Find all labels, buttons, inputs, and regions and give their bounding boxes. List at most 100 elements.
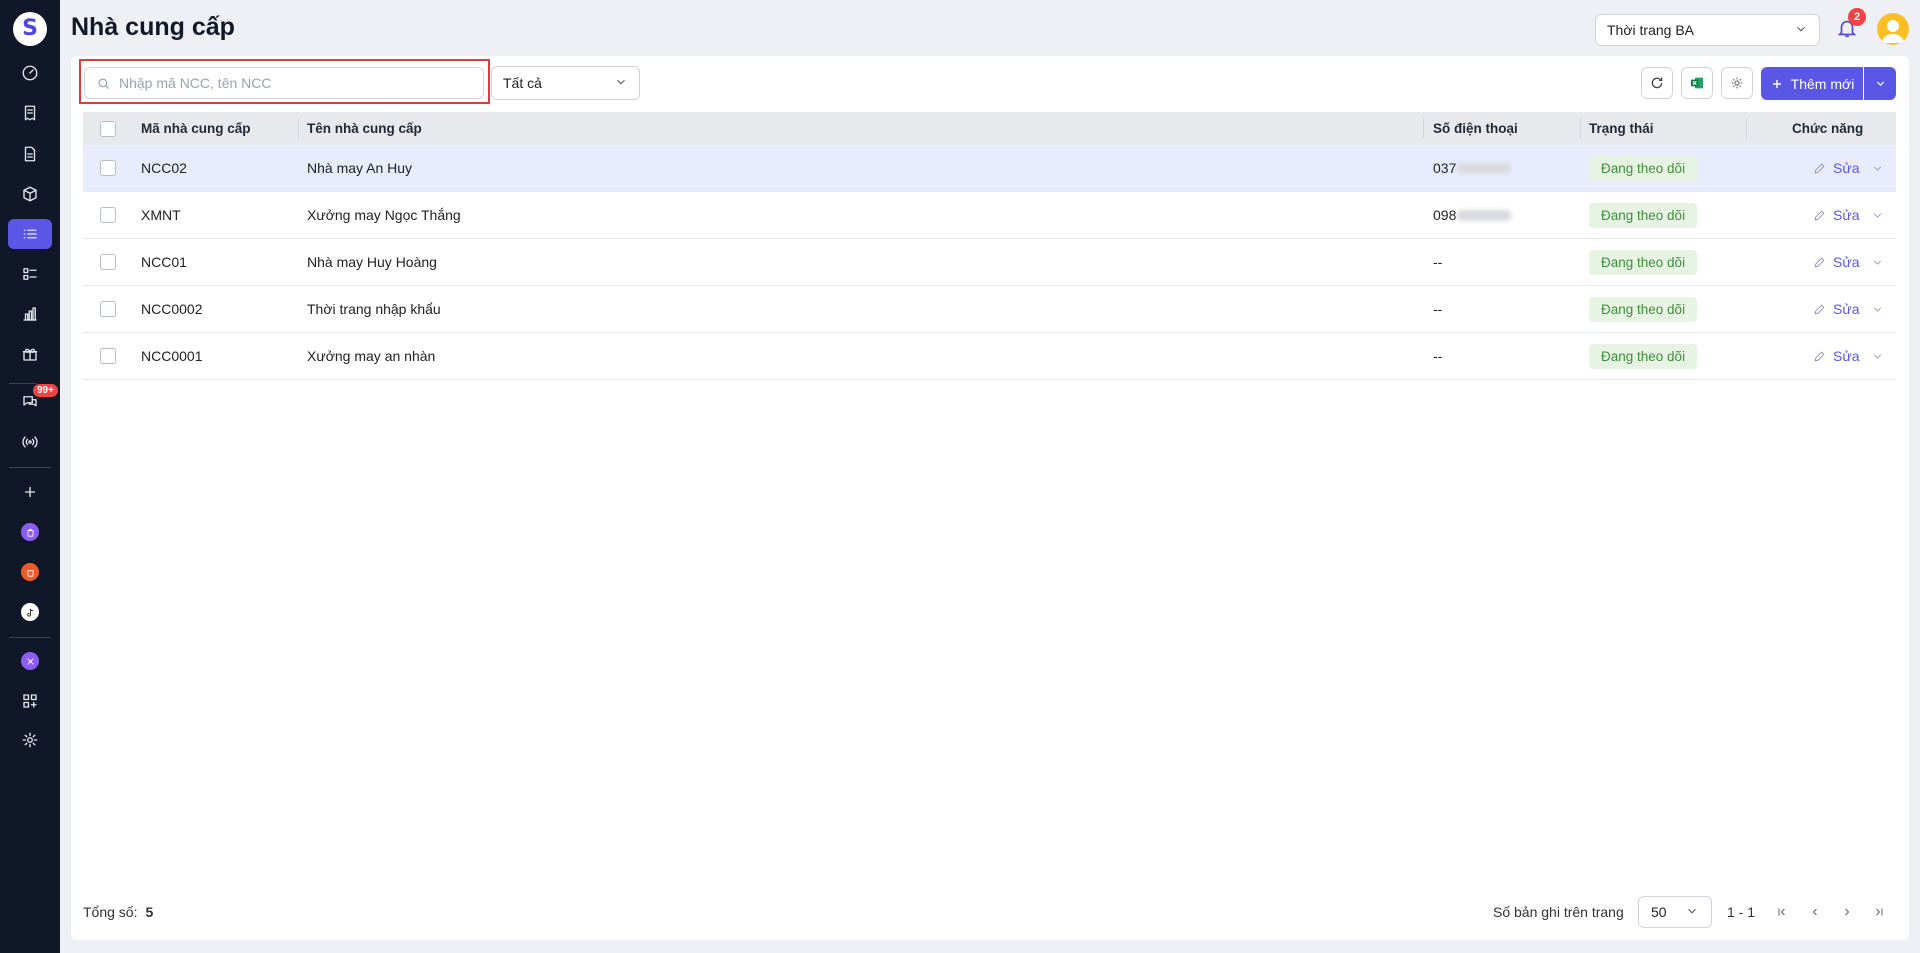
list-icon	[23, 229, 37, 239]
supplier-code: NCC0002	[141, 301, 203, 317]
supplier-phone: 098	[1433, 192, 1512, 238]
user-avatar[interactable]	[1877, 13, 1909, 45]
status-badge: Đang theo dõi	[1589, 296, 1698, 322]
supplier-name: Xưởng may an nhàn	[307, 348, 436, 364]
export-excel-button[interactable]	[1681, 67, 1713, 99]
status-badge: Đang theo dõi	[1589, 202, 1698, 228]
products-nav[interactable]	[0, 177, 60, 211]
orders-nav[interactable]	[0, 96, 60, 130]
documents-nav[interactable]	[0, 137, 60, 171]
shop-select[interactable]: Thời trang BA	[1595, 14, 1820, 46]
bar-chart-icon	[23, 307, 37, 321]
column-name: Tên nhà cung cấp	[307, 121, 422, 136]
edit-button[interactable]: Sửa	[1813, 286, 1884, 332]
integration-2-nav[interactable]	[0, 555, 60, 589]
next-page-button[interactable]	[1838, 903, 1856, 921]
chat-badge: 99+	[32, 383, 59, 398]
row-checkbox[interactable]	[100, 254, 116, 270]
reports-nav[interactable]	[0, 297, 60, 331]
table-row[interactable]: XMNT Xưởng may Ngọc Thắng 098 Đang theo …	[83, 192, 1896, 239]
table-row[interactable]: NCC02 Nhà may An Huy 037 Đang theo dõi S…	[83, 145, 1896, 192]
app-logo[interactable]: S	[13, 12, 47, 46]
checklist-nav[interactable]	[0, 257, 60, 291]
shop-select-value: Thời trang BA	[1607, 22, 1694, 38]
chevron-down-icon[interactable]	[1871, 303, 1884, 316]
search-input[interactable]	[119, 75, 459, 91]
apps-grid-icon	[23, 694, 37, 708]
sidebar: S 99+	[0, 0, 60, 953]
table-row[interactable]: NCC0001 Xưởng may an nhàn -- Đang theo d…	[83, 333, 1896, 380]
column-actions: Chức năng	[1792, 121, 1864, 136]
add-new-dropdown-button[interactable]	[1864, 67, 1896, 100]
edit-button[interactable]: Sửa	[1813, 239, 1884, 285]
first-page-button[interactable]	[1773, 903, 1791, 921]
integration-4-nav[interactable]	[0, 644, 60, 678]
chevron-down-icon[interactable]	[1871, 162, 1884, 175]
broadcast-nav[interactable]	[0, 425, 60, 459]
settings-nav[interactable]	[0, 723, 60, 757]
chevron-down-icon[interactable]	[1871, 350, 1884, 363]
supplier-code: NCC01	[141, 254, 187, 270]
select-all-checkbox[interactable]	[100, 120, 116, 137]
messages-nav[interactable]: 99+	[0, 383, 60, 419]
suppliers-nav[interactable]	[0, 217, 60, 251]
row-checkbox[interactable]	[100, 348, 116, 364]
per-page-select[interactable]: 50	[1638, 896, 1712, 928]
promotions-nav[interactable]	[0, 337, 60, 371]
chevron-down-icon	[614, 75, 628, 92]
checklist-icon	[23, 268, 37, 280]
edit-button[interactable]: Sửa	[1813, 145, 1884, 191]
supplier-phone: --	[1433, 301, 1443, 317]
edit-button[interactable]: Sửa	[1813, 333, 1884, 379]
add-nav[interactable]	[0, 475, 60, 509]
add-new-button[interactable]: Thêm mới	[1761, 67, 1863, 100]
chevron-down-icon	[1876, 81, 1884, 86]
row-checkbox[interactable]	[100, 160, 116, 176]
row-checkbox[interactable]	[100, 301, 116, 317]
refresh-button[interactable]	[1641, 67, 1673, 99]
pencil-icon	[1814, 351, 1825, 361]
excel-icon	[1691, 77, 1703, 89]
integration-1-nav[interactable]	[0, 515, 60, 549]
status-badge: Đang theo dõi	[1589, 155, 1698, 181]
table-row[interactable]: NCC01 Nhà may Huy Hoàng -- Đang theo dõi…	[83, 239, 1896, 286]
network-icon	[21, 652, 39, 670]
status-badge: Đang theo dõi	[1589, 343, 1698, 369]
chevron-down-icon	[1685, 904, 1699, 921]
chevron-left-icon	[1812, 908, 1817, 916]
speedometer-icon	[22, 65, 38, 81]
integration-3-nav[interactable]	[0, 595, 60, 629]
plus-icon	[1772, 79, 1781, 88]
refresh-icon	[1651, 77, 1663, 89]
status-badge: Đang theo dõi	[1589, 249, 1698, 275]
notification-badge: 2	[1848, 8, 1866, 26]
status-filter-select[interactable]: Tất cả	[491, 66, 640, 100]
column-phone: Số điện thoại	[1433, 121, 1518, 136]
table-header: Mã nhà cung cấp Tên nhà cung cấp Số điện…	[83, 112, 1896, 145]
prev-page-button[interactable]	[1806, 903, 1824, 921]
table-row[interactable]: NCC0002 Thời trang nhập khẩu -- Đang the…	[83, 286, 1896, 333]
supplier-phone: 037	[1433, 145, 1512, 191]
apps-nav[interactable]	[0, 684, 60, 718]
chevron-down-icon[interactable]	[1871, 256, 1884, 269]
tiktok-icon	[21, 603, 39, 621]
supplier-code: NCC02	[141, 160, 187, 176]
last-page-icon	[1876, 908, 1883, 916]
last-page-button[interactable]	[1870, 903, 1888, 921]
gift-icon	[22, 348, 38, 361]
status-filter-value: Tất cả	[503, 75, 542, 91]
row-checkbox[interactable]	[100, 207, 116, 223]
first-page-icon	[1778, 908, 1785, 916]
chevron-down-icon[interactable]	[1871, 209, 1884, 222]
broadcast-icon	[22, 436, 38, 448]
dashboard-nav[interactable]	[0, 56, 60, 90]
gear-icon	[1731, 77, 1743, 89]
add-new-label: Thêm mới	[1790, 75, 1855, 92]
document-icon	[24, 146, 36, 162]
page-title: Nhà cung cấp	[71, 13, 235, 41]
search-box[interactable]	[84, 67, 484, 99]
search-icon	[98, 78, 109, 89]
edit-button[interactable]: Sửa	[1813, 192, 1884, 238]
shop-icon	[21, 563, 39, 581]
settings-button[interactable]	[1721, 67, 1753, 99]
